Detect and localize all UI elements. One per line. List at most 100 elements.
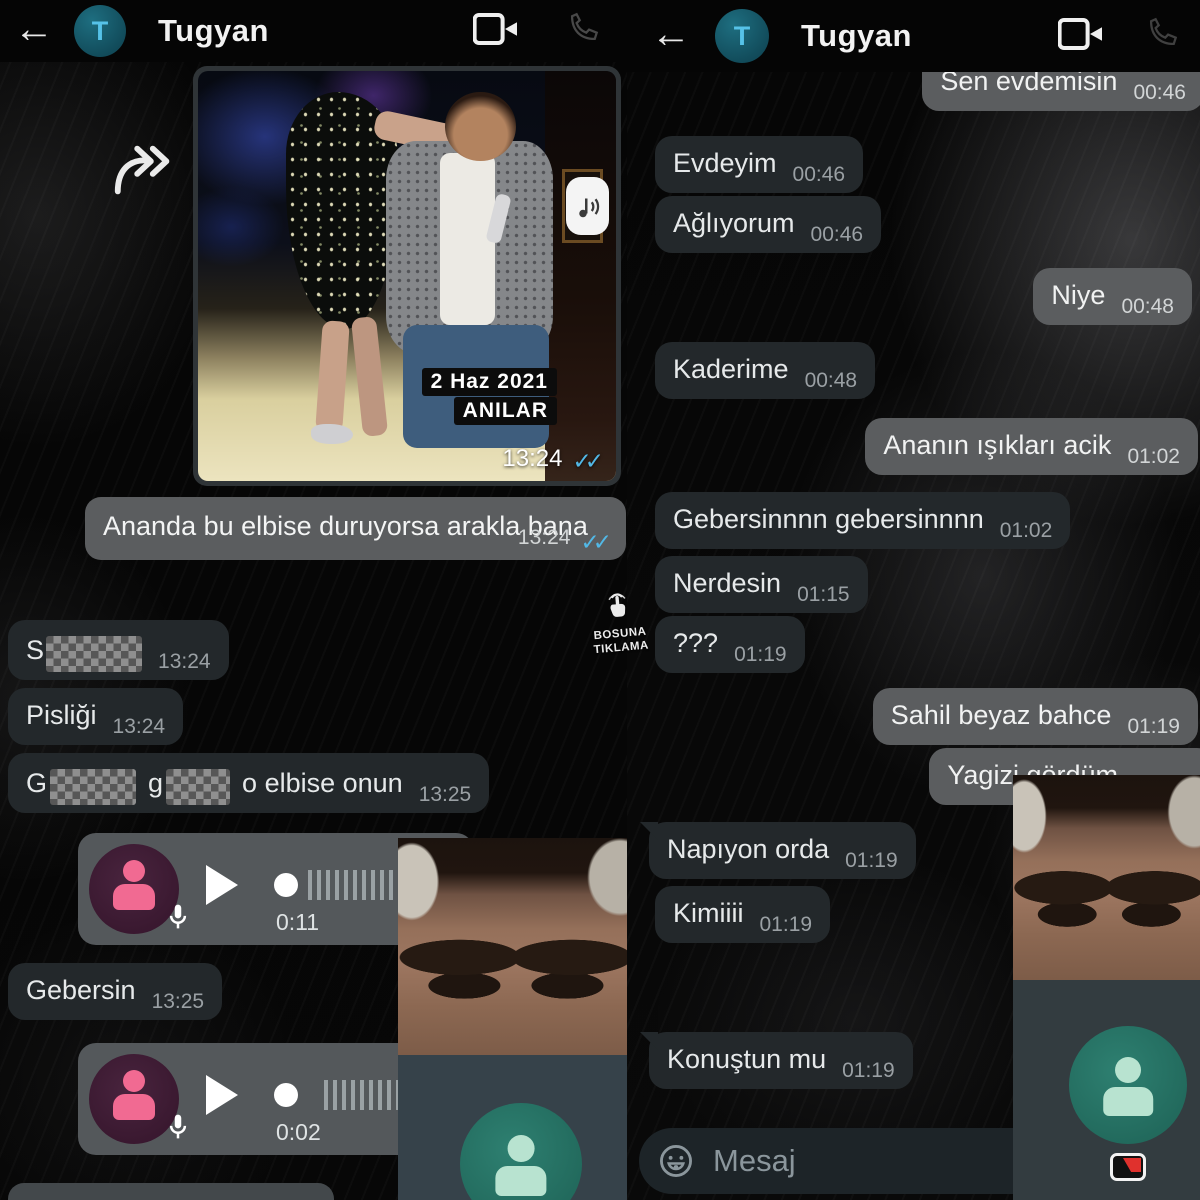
message-text: Niye xyxy=(1051,279,1105,312)
chat-panel-left: ← T Tugyan xyxy=(0,0,627,1200)
pixelated-censor-block xyxy=(50,769,136,805)
photo-woman-leg xyxy=(351,316,388,437)
incoming-message-censored[interactable]: G g o elbise onun 13:25 xyxy=(8,753,489,813)
message-time: 01:19 xyxy=(734,642,787,668)
incoming-message[interactable]: Ağlıyorum 00:46 xyxy=(655,196,881,253)
read-receipt-icon: ✓✓ xyxy=(580,528,612,558)
contact-name[interactable]: Tugyan xyxy=(801,18,912,54)
message-text: Kaderime xyxy=(673,353,789,386)
voice-call-icon[interactable] xyxy=(565,12,599,51)
message-time: 13:24 xyxy=(158,649,211,675)
incoming-message[interactable]: Napıyon orda 01:19 xyxy=(649,822,916,879)
play-icon[interactable] xyxy=(206,1075,238,1115)
message-time: 01:02 xyxy=(1127,444,1180,470)
pixelated-censor-block xyxy=(166,769,230,805)
photo-man-head xyxy=(445,92,516,162)
message-time: 13:24 xyxy=(518,524,571,551)
photo-date-badge: 2 Haz 2021 xyxy=(422,368,557,396)
video-call-icon[interactable] xyxy=(1058,18,1104,55)
incoming-message[interactable]: Gebersinnnn gebersinnnn 01:02 xyxy=(655,492,1070,549)
progress-dot[interactable] xyxy=(274,873,298,897)
incoming-message[interactable]: Kaderime 00:48 xyxy=(655,342,875,399)
incoming-message[interactable]: Pisliği 13:24 xyxy=(8,688,183,745)
contact-avatar[interactable]: T xyxy=(74,5,126,57)
contact-avatar[interactable]: T xyxy=(715,9,769,63)
outgoing-message[interactable]: Ananın ışıkları acik 01:02 xyxy=(865,418,1198,475)
incoming-message-censored[interactable]: S 13:24 xyxy=(8,620,229,680)
message-text: Gebersin xyxy=(26,974,136,1007)
voice-sender-avatar xyxy=(89,844,179,934)
message-time: 01:19 xyxy=(845,848,898,874)
photo-thumbnail: 2 Haz 2021 ANILAR 13:24 ✓✓ xyxy=(198,71,616,481)
message-text: Ananda bu elbise duruyorsa arakla bana xyxy=(103,511,588,541)
outgoing-message[interactable]: Niye 00:48 xyxy=(1033,268,1192,325)
message-time: 01:19 xyxy=(1127,714,1180,740)
person-icon xyxy=(460,1103,582,1200)
avatar-letter: T xyxy=(734,21,751,52)
incoming-message[interactable]: Kimiiii 01:19 xyxy=(655,886,830,943)
message-text: Sahil beyaz bahce xyxy=(891,699,1112,732)
photo-message[interactable]: 2 Haz 2021 ANILAR 13:24 ✓✓ xyxy=(193,66,621,486)
pixelated-censor-block xyxy=(46,636,142,672)
message-time: 01:02 xyxy=(1000,518,1053,544)
message-time: 00:48 xyxy=(1121,294,1174,320)
video-call-face xyxy=(1013,775,1200,980)
read-receipt-icon: ✓✓ xyxy=(572,448,604,475)
outgoing-message[interactable]: Sahil beyaz bahce 01:19 xyxy=(873,688,1198,745)
message-text: Ağlıyorum xyxy=(673,207,795,240)
video-call-avatar-panel xyxy=(1013,980,1200,1200)
video-call-face xyxy=(398,838,627,1055)
microphone-icon xyxy=(163,1112,193,1151)
emoji-icon[interactable] xyxy=(657,1142,695,1180)
back-icon[interactable]: ← xyxy=(651,14,691,54)
media-sound-icon xyxy=(566,177,609,235)
incoming-message[interactable]: Evdeyim 00:46 xyxy=(655,136,863,193)
incoming-message[interactable]: Nerdesin 01:15 xyxy=(655,556,868,613)
message-time: 01:19 xyxy=(760,912,813,938)
video-call-self-view[interactable] xyxy=(398,838,627,1200)
message-meta: 13:24 ✓✓ xyxy=(518,522,612,552)
input-placeholder: Mesaj xyxy=(713,1143,796,1179)
progress-dot[interactable] xyxy=(274,1083,298,1107)
header-actions xyxy=(473,12,627,51)
photo-time: 13:24 xyxy=(502,445,562,473)
outgoing-message-caption[interactable]: Ananda bu elbise duruyorsa arakla bana 1… xyxy=(85,497,626,560)
message-text: Gebersinnnn gebersinnnn xyxy=(673,503,984,536)
message-text: g xyxy=(148,767,163,800)
video-call-icon[interactable] xyxy=(473,13,519,50)
call-avatar-circle xyxy=(460,1103,582,1200)
message-text: Nerdesin xyxy=(673,567,781,600)
partial-message-bubble[interactable] xyxy=(8,1183,334,1200)
chat-header: ← T Tugyan xyxy=(0,0,627,62)
play-icon[interactable] xyxy=(206,865,238,905)
message-time: 13:25 xyxy=(419,782,472,808)
message-text: Pisliği xyxy=(26,699,97,732)
incoming-message[interactable]: ??? 01:19 xyxy=(655,616,805,673)
forward-icon[interactable] xyxy=(110,142,180,203)
photo-woman-leg xyxy=(315,320,350,432)
avatar-letter: T xyxy=(92,16,109,47)
message-time: 00:48 xyxy=(805,368,858,394)
video-call-self-view[interactable] xyxy=(1013,775,1200,1200)
contact-name[interactable]: Tugyan xyxy=(158,13,269,49)
header-actions xyxy=(1058,17,1200,56)
screen-cast-icon[interactable] xyxy=(1110,1153,1146,1181)
voice-duration: 0:02 xyxy=(276,1119,321,1146)
message-text: Konuştun mu xyxy=(667,1043,826,1076)
incoming-message[interactable]: Gebersin 13:25 xyxy=(8,963,222,1020)
photo-overlay-badges: 2 Haz 2021 ANILAR xyxy=(422,368,557,425)
voice-call-icon[interactable] xyxy=(1144,17,1178,56)
chat-panel-right: Sen evdemisin 00:46 ← T Tugyan Evdeyim 0… xyxy=(627,0,1200,1200)
message-text: S xyxy=(26,634,44,667)
message-text: Napıyon orda xyxy=(667,833,829,866)
incoming-message[interactable]: Konuştun mu 01:19 xyxy=(649,1032,913,1089)
back-icon[interactable]: ← xyxy=(14,9,54,49)
photo-silver-heel xyxy=(311,424,353,445)
message-time: 00:46 xyxy=(811,222,864,248)
message-time: 01:19 xyxy=(842,1058,895,1084)
message-text: o elbise onun xyxy=(242,767,403,800)
message-text: Kimiiii xyxy=(673,897,744,930)
video-call-avatar-panel xyxy=(398,1055,627,1200)
microphone-icon xyxy=(163,902,193,941)
photo-album-badge: ANILAR xyxy=(454,397,557,425)
